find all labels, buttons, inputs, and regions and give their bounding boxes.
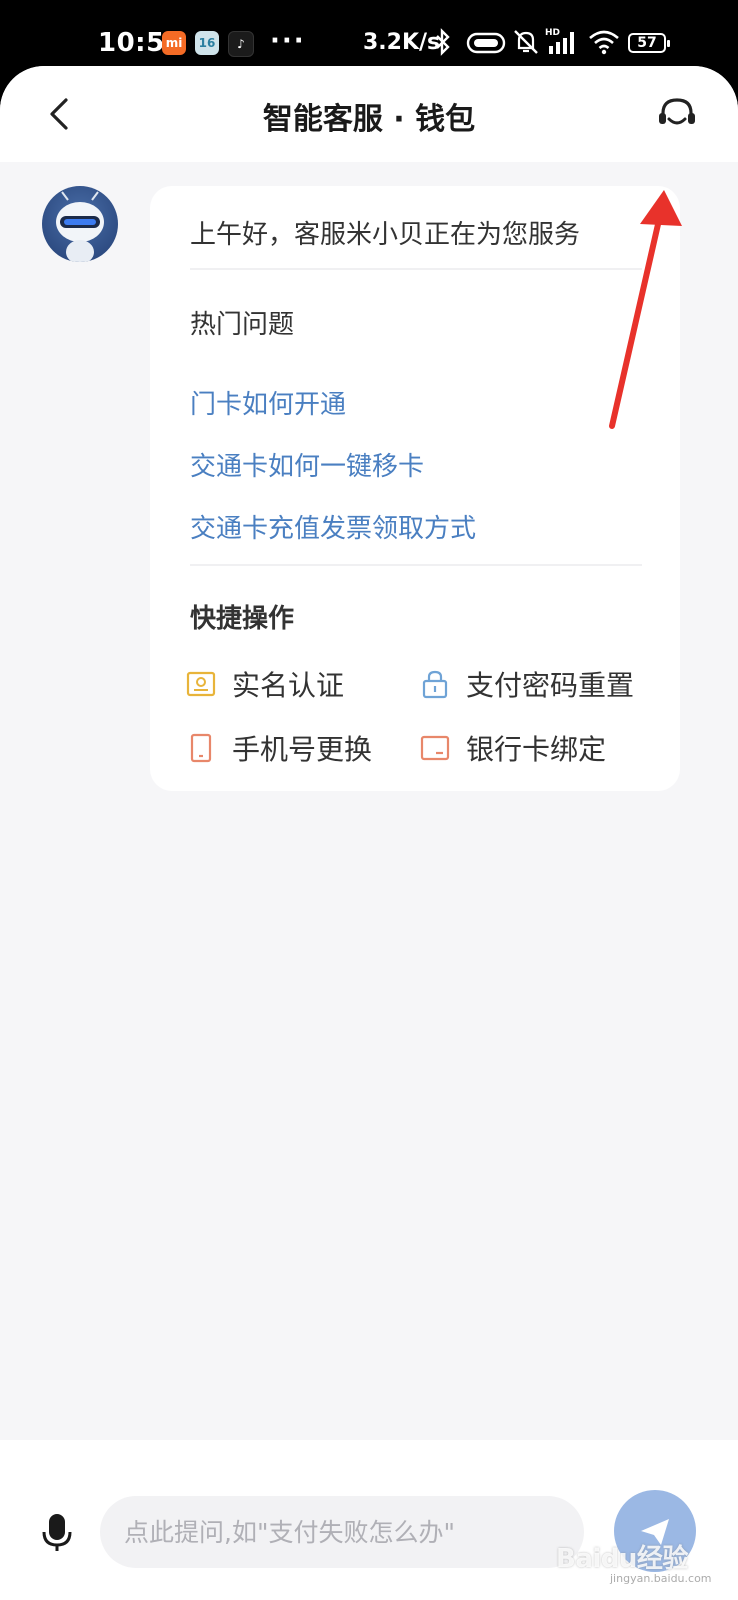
action-label: 手机号更换 — [232, 733, 373, 766]
action-label: 支付密码重置 — [466, 669, 635, 702]
customer-service-sheet: 智能客服 · 钱包 上午好，客服米小贝正在为您服务 热门问题 门卡如何开通 交通… — [0, 66, 738, 1600]
mute-bell-icon — [514, 30, 538, 54]
action-label: 实名认证 — [232, 669, 345, 702]
faq-link-door-card[interactable]: 门卡如何开通 — [190, 384, 346, 421]
xiaomi-app-icon: mi — [162, 31, 186, 55]
action-label: 银行卡绑定 — [466, 733, 607, 766]
divider — [190, 268, 642, 270]
vibrate-icon — [466, 32, 506, 54]
divider — [190, 564, 642, 566]
welcome-message-card: 上午好，客服米小贝正在为您服务 热门问题 门卡如何开通 交通卡如何一键移卡 交通… — [150, 186, 680, 791]
robot-avatar — [42, 186, 118, 262]
tiktok-app-icon: ♪ — [228, 31, 254, 57]
action-reset-pay-password[interactable]: 支付密码重置 — [418, 666, 634, 702]
page-title: 智能客服 · 钱包 — [262, 102, 476, 137]
network-speed: 3.2K/s — [363, 30, 441, 55]
lock-icon — [418, 667, 452, 701]
greeting-text: 上午好，客服米小贝正在为您服务 — [190, 220, 581, 250]
send-icon — [641, 1519, 669, 1545]
phone-icon — [184, 731, 218, 765]
robot-icon — [56, 191, 104, 262]
header-bar: 智能客服 · 钱包 — [0, 66, 738, 162]
baidu-watermark-url: jingyan.baidu.com — [610, 1572, 712, 1585]
calendar-app-icon: 16 — [195, 31, 219, 55]
quick-actions-title: 快捷操作 — [190, 604, 295, 634]
faq-link-transit-card-move[interactable]: 交通卡如何一键移卡 — [190, 446, 424, 483]
bluetooth-icon — [436, 28, 450, 56]
action-real-name-verify[interactable]: 实名认证 — [184, 666, 344, 702]
bank-card-icon — [418, 731, 452, 765]
headset-icon[interactable] — [654, 92, 700, 138]
status-bar: 10:50 mi 16 ♪ ··· 3.2K/s HD 57 — [0, 0, 738, 70]
wifi-icon — [589, 30, 619, 55]
signal-hd-icon: HD — [545, 28, 574, 54]
battery-icon: 57 — [628, 33, 670, 53]
hot-questions-title: 热门问题 — [190, 310, 295, 340]
more-notifications-icon: ··· — [270, 26, 306, 56]
svg-text:HD: HD — [545, 28, 560, 38]
id-card-icon — [184, 667, 218, 701]
send-button[interactable] — [614, 1490, 696, 1572]
question-input[interactable] — [100, 1496, 584, 1568]
faq-link-transit-card-invoice[interactable]: 交通卡充值发票领取方式 — [190, 508, 476, 545]
action-bind-bank-card[interactable]: 银行卡绑定 — [418, 730, 606, 766]
input-bar: Baidu经验 jingyan.baidu.com — [0, 1440, 738, 1600]
microphone-icon[interactable] — [38, 1512, 76, 1552]
action-change-phone[interactable]: 手机号更换 — [184, 730, 372, 766]
